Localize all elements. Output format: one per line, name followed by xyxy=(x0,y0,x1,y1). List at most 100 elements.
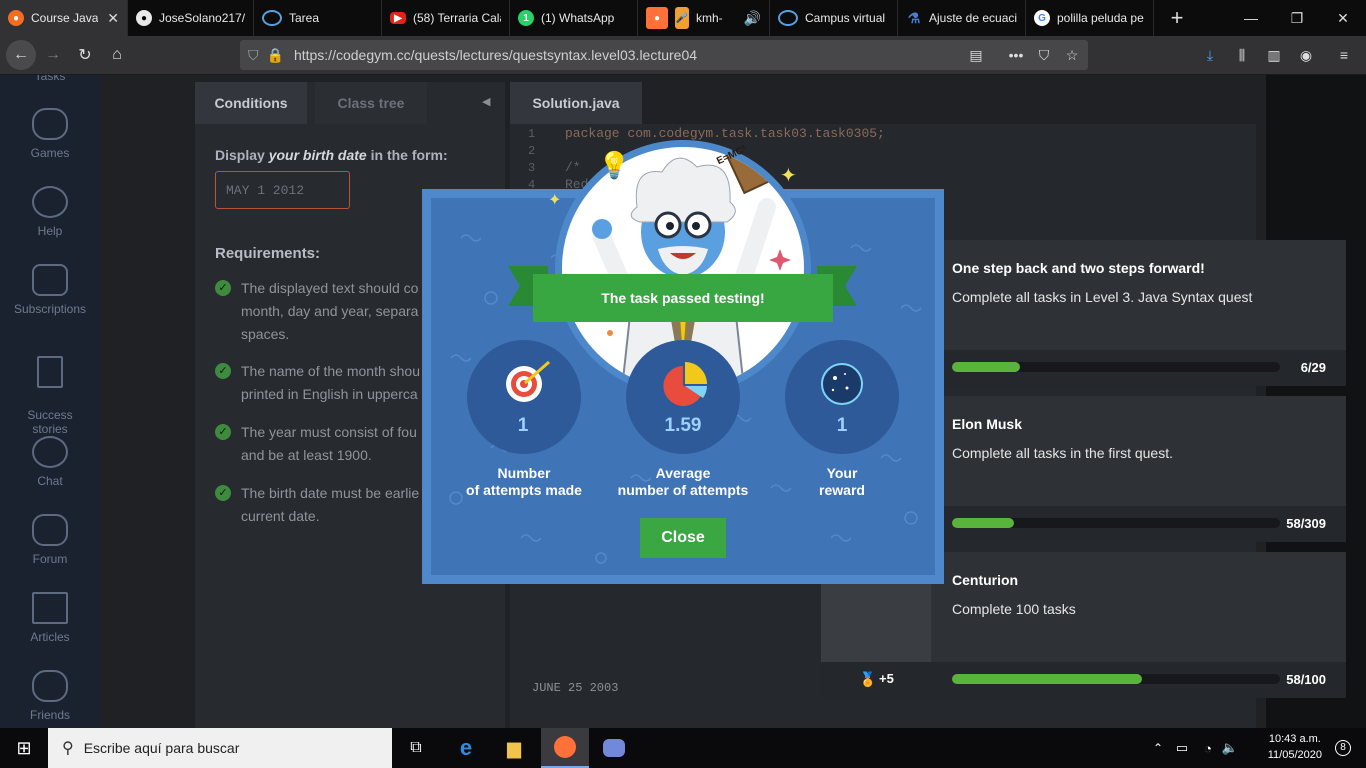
stat-label-line: number of attempts xyxy=(617,482,749,498)
lock-icon[interactable]: 🔒 xyxy=(267,47,284,64)
success-banner: The task passed testing! xyxy=(533,274,833,322)
sidebar-item-label: Games xyxy=(30,146,70,160)
stat-label-line: of attempts made xyxy=(466,482,582,498)
stat-label-line: Number xyxy=(497,465,551,481)
system-clock[interactable]: 10:43 a.m. 11/05/2020 xyxy=(1268,731,1322,763)
window-close-button[interactable]: ✕ xyxy=(1320,0,1366,36)
sidebar-item-label: Articles xyxy=(30,630,70,644)
forward-arrow-icon[interactable]: → xyxy=(38,40,68,70)
firefox-icon xyxy=(554,736,576,758)
url-text[interactable]: https://codegym.cc/quests/lectures/quest… xyxy=(294,47,697,63)
notification-count: 8 xyxy=(1335,740,1351,756)
tab-campus[interactable]: Campus virtual xyxy=(770,0,898,36)
tab-label: (1) WhatsApp xyxy=(541,11,615,25)
url-bar[interactable]: ⛉ 🔒 https://codegym.cc/quests/lectures/q… xyxy=(240,40,1088,70)
sidebar-item-forum[interactable]: Forum xyxy=(0,514,100,566)
tab-google[interactable]: G polilla peluda pe xyxy=(1026,0,1154,36)
discord-taskbar-icon[interactable] xyxy=(590,728,638,768)
tab-conditions[interactable]: Conditions xyxy=(195,82,307,124)
tab-solution-file[interactable]: Solution.java xyxy=(510,82,642,124)
tab-youtube[interactable]: ▶ (58) Terraria Cala xyxy=(382,0,510,36)
close-button[interactable]: Close xyxy=(640,518,726,558)
collapse-panel-icon[interactable]: ◀ xyxy=(482,95,490,108)
moodle-icon xyxy=(262,10,282,26)
sidebar-item-tasks[interactable]: Tasks xyxy=(0,75,100,83)
show-hidden-icons[interactable]: ⌃ xyxy=(1146,728,1170,768)
github-icon: ● xyxy=(136,10,152,26)
account-icon[interactable]: ◉ xyxy=(1296,45,1316,65)
page-actions-icon[interactable]: ••• xyxy=(1006,45,1026,65)
progress-fill xyxy=(952,518,1014,528)
new-tab-button[interactable]: + xyxy=(1154,0,1200,36)
tab-whatsapp[interactable]: 1 (1) WhatsApp xyxy=(510,0,638,36)
requirement-item: ✓ The displayed text should co month, da… xyxy=(215,277,430,346)
flask-icon: ⚗ xyxy=(907,9,921,26)
progress-bar xyxy=(952,518,1280,528)
achievement-title: One step back and two steps forward! xyxy=(952,260,1205,276)
home-icon[interactable]: ⌂ xyxy=(102,40,132,70)
sparkle-icon: ✦ xyxy=(780,165,797,187)
firefox-taskbar-icon[interactable] xyxy=(541,728,589,768)
code-comment-open: /* xyxy=(565,160,581,175)
sidebar-item-chat[interactable]: Chat xyxy=(0,436,100,488)
moodle-icon xyxy=(778,10,798,26)
reader-view-icon[interactable]: ▤ xyxy=(966,45,986,65)
clock-time: 10:43 a.m. xyxy=(1268,733,1321,745)
back-arrow-icon[interactable]: ← xyxy=(6,40,36,70)
search-icon: ⚲ xyxy=(62,740,74,757)
close-tab-icon[interactable]: ✕ xyxy=(107,10,119,27)
taskbar-search[interactable]: ⚲ Escribe aquí para buscar xyxy=(48,728,392,768)
tab-ajuste[interactable]: ⚗ Ajuste de ecuaci xyxy=(898,0,1026,36)
requirement-text: The displayed text should co month, day … xyxy=(241,280,419,342)
sidebar-item-articles[interactable]: Articles xyxy=(0,592,100,644)
file-explorer-icon[interactable]: ▆ xyxy=(490,728,538,768)
stat-attempts-label: Number of attempts made xyxy=(434,465,614,499)
volume-icon[interactable]: 🔈 xyxy=(1218,728,1242,768)
gamepad-icon xyxy=(32,108,68,140)
stat-label-line: reward xyxy=(819,482,865,498)
maximize-button[interactable]: ❐ xyxy=(1274,0,1320,36)
tab-playing[interactable]: ● 🎤 kmh- 🔊 xyxy=(638,0,770,36)
speaker-icon[interactable]: 🔊 xyxy=(744,10,761,27)
microphone-icon: 🎤 xyxy=(675,7,689,29)
sidebar-item-label: Subscriptions xyxy=(13,302,87,316)
tab-tarea[interactable]: Tarea xyxy=(254,0,382,36)
sidebar-item-subscriptions[interactable]: Subscriptions xyxy=(0,264,100,316)
tab-github[interactable]: ● JoseSolano217/U xyxy=(128,0,254,36)
check-icon: ✓ xyxy=(215,485,231,501)
reload-icon[interactable]: ↻ xyxy=(70,40,100,70)
menu-icon[interactable]: ≡ xyxy=(1334,45,1354,65)
sidebar-item-label: Chat xyxy=(37,474,63,488)
windows-start-icon[interactable]: ⊞ xyxy=(0,728,48,768)
line-number: 1 xyxy=(528,127,536,141)
battery-icon[interactable]: ▭ xyxy=(1170,728,1194,768)
library-icon[interactable]: ⫼ xyxy=(1232,45,1252,65)
sidebar-toggle-icon[interactable]: ▥ xyxy=(1264,45,1284,65)
tab-class-tree[interactable]: Class tree xyxy=(315,82,427,124)
bookmark-star-icon[interactable]: ☆ xyxy=(1062,45,1082,65)
edge-icon[interactable]: e xyxy=(442,728,490,768)
wifi-icon[interactable]: ◔ xyxy=(1196,728,1220,768)
task-condition-text: Display your birth date in the form: xyxy=(215,147,448,163)
notification-center-icon[interactable]: 8 xyxy=(1320,728,1366,768)
codegym-icon: ● xyxy=(8,10,24,26)
achievement-title: Elon Musk xyxy=(952,416,1023,432)
pocket-icon[interactable]: ⛉ xyxy=(1034,45,1054,65)
download-icon[interactable]: ⤓ xyxy=(1200,45,1220,65)
minimize-button[interactable]: — xyxy=(1228,0,1274,36)
browser-nav-bar: ← → ↻ ⌂ ⛉ 🔒 https://codegym.cc/quests/le… xyxy=(0,36,1366,75)
tab-label: (58) Terraria Cala xyxy=(413,11,501,25)
sparkle-icon: ✦ xyxy=(548,192,562,209)
sidebar-item-games[interactable]: Games xyxy=(0,108,100,160)
tab-course-java[interactable]: ● Course Java ✕ xyxy=(0,0,128,36)
program-output: JUNE 25 2003 xyxy=(532,681,619,695)
sidebar-item-success-stories[interactable]: Success stories xyxy=(0,342,100,436)
progress-bar xyxy=(952,362,1280,372)
tracking-shield-icon[interactable]: ⛉ xyxy=(248,47,259,64)
stat-label-line: Your xyxy=(826,465,858,481)
task-view-icon[interactable]: ⧉ xyxy=(392,728,440,768)
sidebar-item-friends[interactable]: Friends xyxy=(0,670,100,722)
check-icon: ✓ xyxy=(215,280,231,296)
sidebar-item-help[interactable]: Help xyxy=(0,186,100,238)
tab-label: Campus virtual xyxy=(805,11,886,25)
